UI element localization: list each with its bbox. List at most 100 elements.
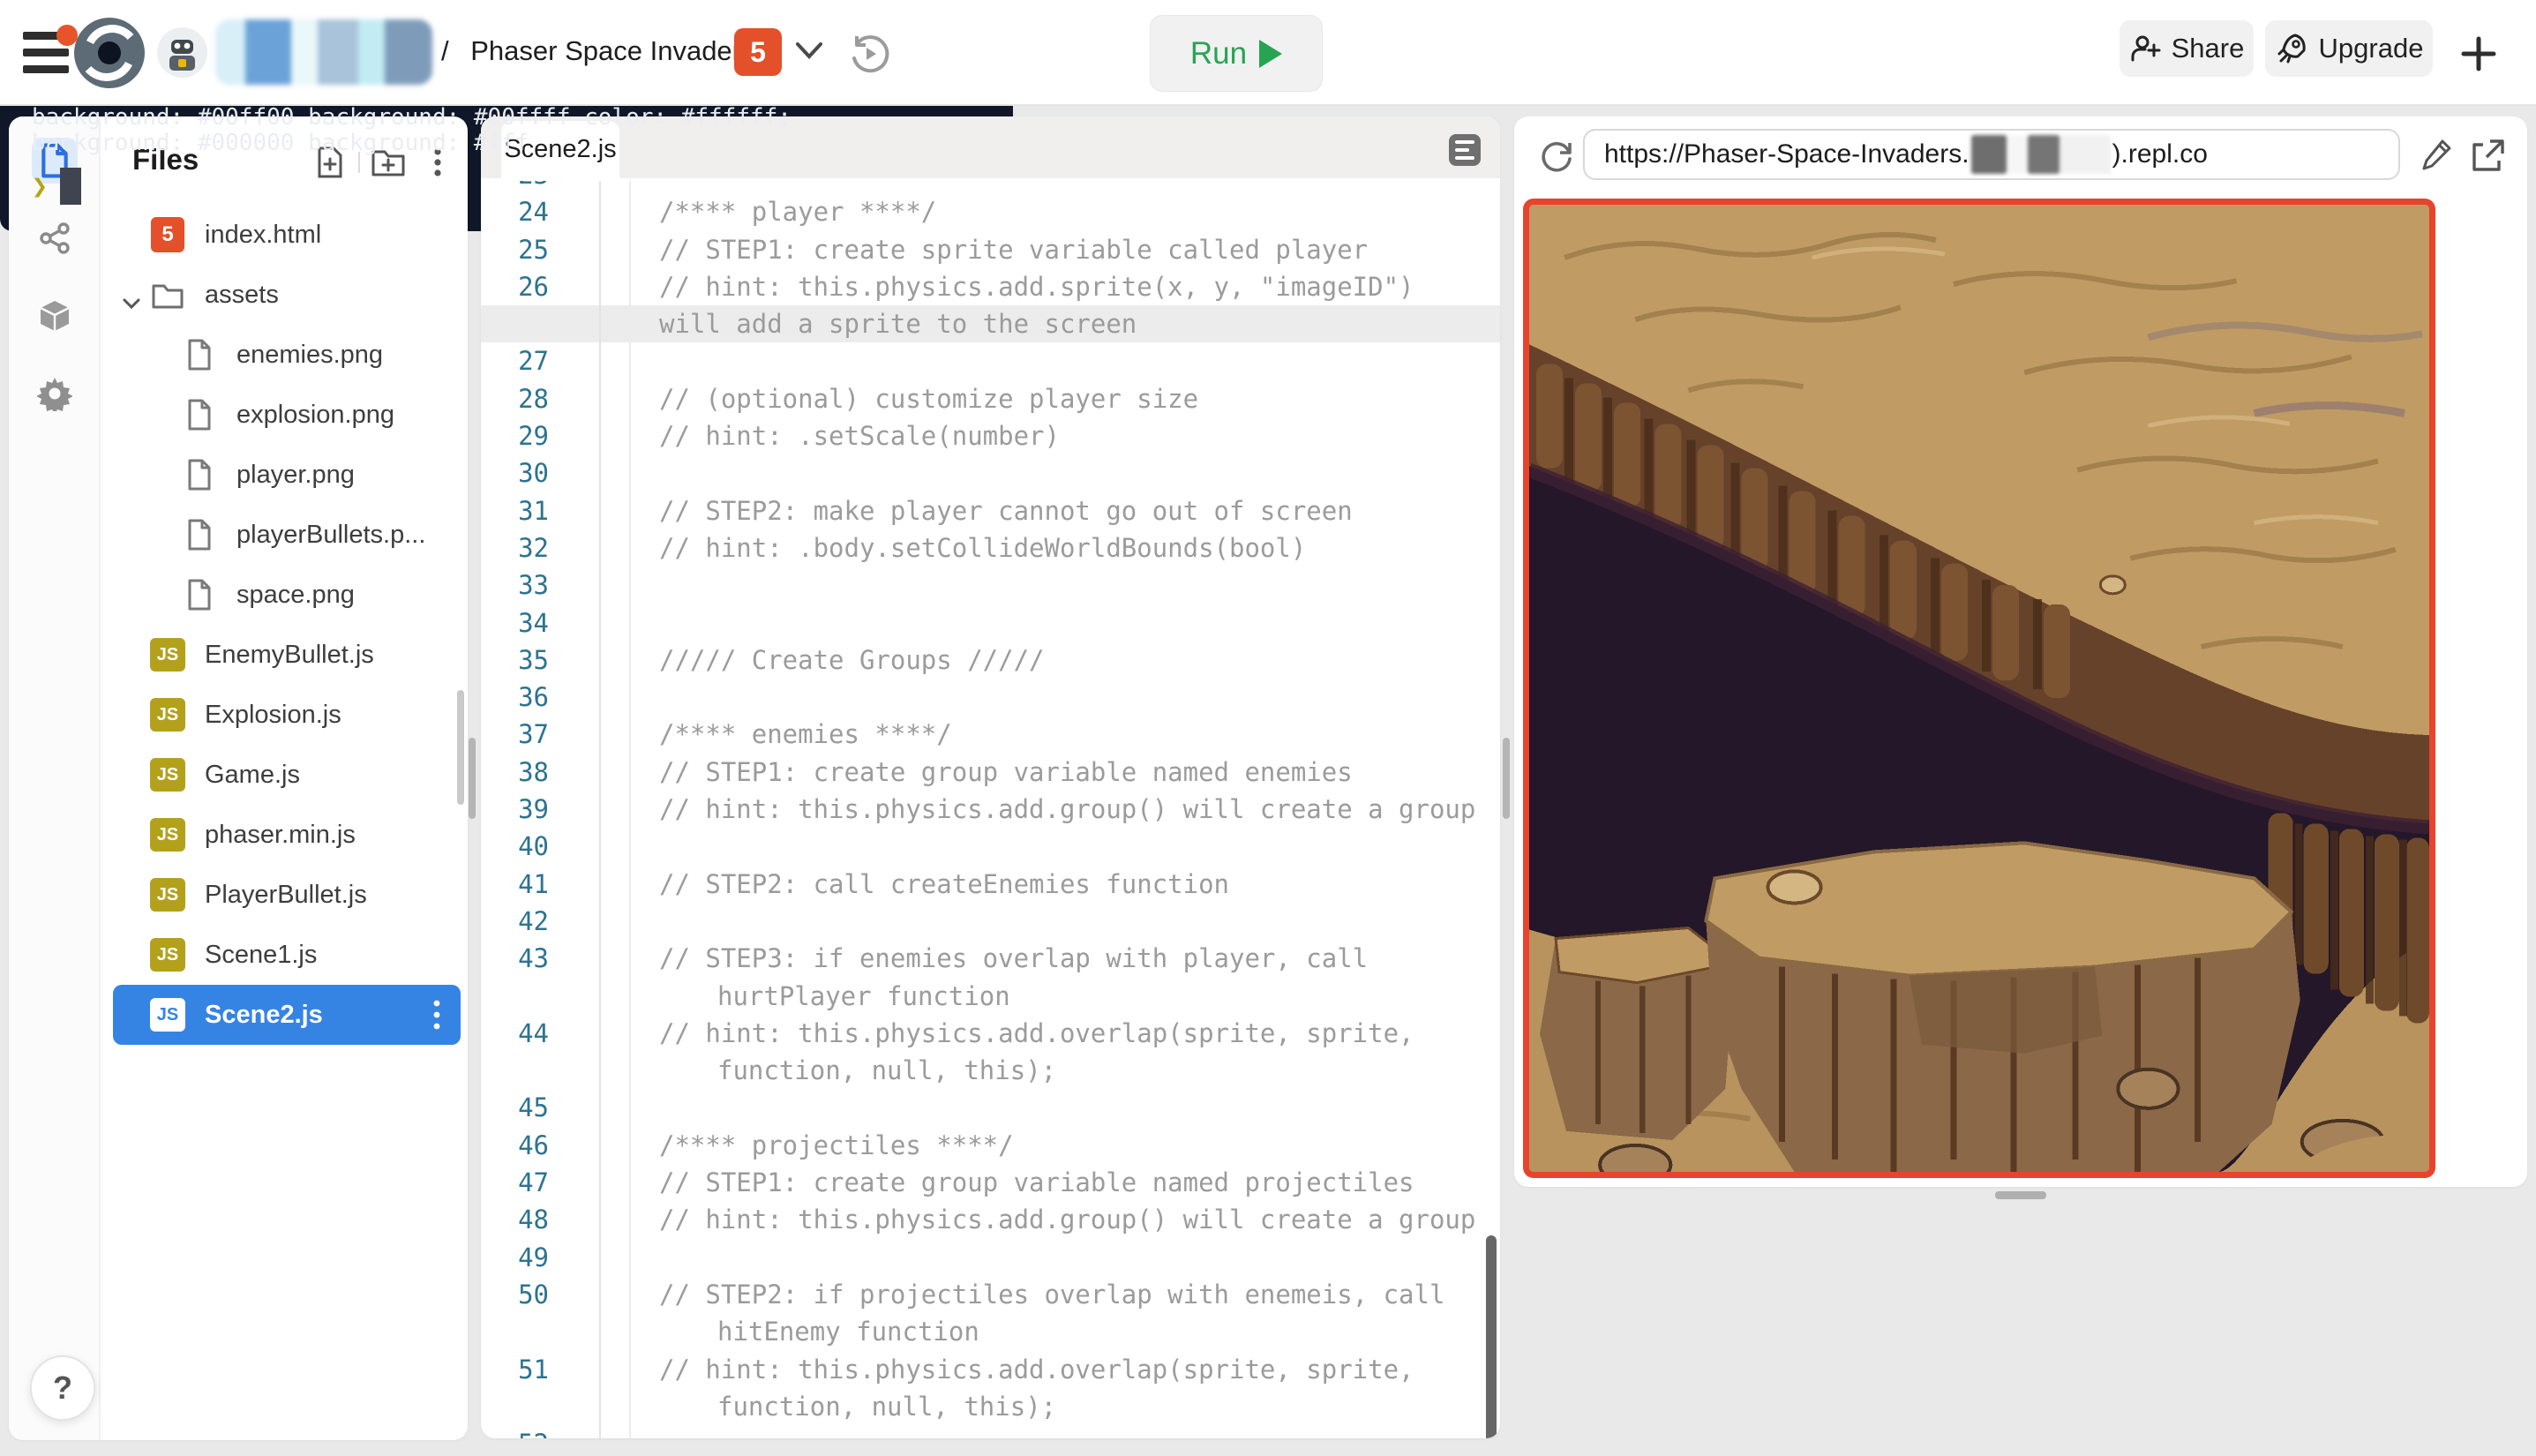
code-line-wrap[interactable]: function, null, this);: [481, 1052, 1500, 1089]
code-line-51[interactable]: 51 // hint: this.physics.add.overlap(spri…: [481, 1351, 1500, 1388]
code-line-44[interactable]: 44 // hint: this.physics.add.overlap(spri…: [481, 1015, 1500, 1052]
line-number: 25: [481, 231, 549, 268]
game-canvas: [1529, 205, 2429, 1172]
right-resize-handle[interactable]: [1503, 738, 1510, 819]
code-line-43[interactable]: 43// STEP3: if enemies overlap with play…: [481, 940, 1500, 977]
code-line-37[interactable]: 37/**** enemies ****/: [481, 716, 1500, 753]
file-row-explosion-png[interactable]: explosion.png: [101, 385, 468, 445]
line-number: 32: [481, 529, 549, 567]
file-row-scene1-js[interactable]: JSScene1.js: [101, 925, 468, 985]
code-line-25[interactable]: 25 // STEP1: create sprite variable calle…: [481, 231, 1500, 268]
code-editor: Scene2.js 2324/**** player ****/25// STE…: [481, 116, 1500, 1438]
code-line-41[interactable]: 41// STEP2: call createEnemies function: [481, 866, 1500, 903]
file-row-scene2-js[interactable]: JSScene2.js: [113, 985, 461, 1045]
file-row-assets[interactable]: assets: [101, 265, 468, 325]
chevron-down-icon[interactable]: [794, 41, 824, 60]
indent-guide: [629, 181, 631, 1438]
code-line-42[interactable]: 42: [481, 903, 1500, 940]
code-line-wrap[interactable]: hitEnemy function: [481, 1313, 1500, 1350]
upgrade-button[interactable]: Upgrade: [2265, 20, 2433, 77]
code-line-wrap[interactable]: function, null, this);: [481, 1388, 1500, 1425]
code-line-wrap[interactable]: hurtPlayer function: [481, 978, 1500, 1015]
left-resize-handle[interactable]: [469, 738, 476, 819]
history-icon[interactable]: [849, 34, 889, 74]
tool-rail: [9, 116, 101, 1440]
line-number: 37: [481, 716, 549, 753]
play-icon: [1259, 40, 1282, 68]
code-text: // STEP2: if projectiles overlap with en…: [659, 1276, 1444, 1313]
code-line-31[interactable]: 31// STEP2: make player cannot go out of…: [481, 492, 1500, 529]
share-person-icon: [2129, 33, 2161, 64]
code-line-33[interactable]: 33: [481, 567, 1500, 604]
code-text: // STEP1: create sprite variable called …: [659, 231, 1368, 268]
gutter-divider: [599, 181, 601, 1438]
line-number: 44: [481, 1015, 549, 1052]
file-row-explosion-js[interactable]: JSExplosion.js: [101, 685, 468, 745]
code-text: // hint: this.physics.add.overlap(sprite…: [659, 1351, 1414, 1388]
file-row-game-js[interactable]: JSGame.js: [101, 745, 468, 805]
project-title[interactable]: Phaser Space Invaders: [470, 35, 754, 66]
file-row-playerbullets-p-[interactable]: playerBullets.p...: [101, 505, 468, 565]
line-number: 30: [481, 454, 549, 492]
code-line-40[interactable]: 40: [481, 828, 1500, 865]
html5-icon: 5: [734, 28, 782, 76]
line-number: 42: [481, 903, 549, 940]
code-line-wrap[interactable]: will add a sprite to the screen: [481, 305, 1500, 342]
code-line-34[interactable]: 34: [481, 604, 1500, 642]
file-row-playerbullet-js[interactable]: JSPlayerBullet.js: [101, 865, 468, 925]
replit-logo[interactable]: [72, 16, 146, 90]
code-text: // hint: this.physics.add.overlap(sprite…: [659, 1015, 1414, 1052]
editor-scrollbar[interactable]: [1486, 1235, 1497, 1438]
code-line-32[interactable]: 32 // hint: .body.setCollideWorldBounds(b…: [481, 529, 1500, 567]
code-line-38[interactable]: 38// STEP1: create group variable named …: [481, 754, 1500, 791]
code-line-49[interactable]: 49: [481, 1239, 1500, 1276]
rail-version-control-icon[interactable]: [32, 215, 78, 261]
file-row-space-png[interactable]: space.png: [101, 565, 468, 625]
line-number: 28: [481, 380, 549, 417]
file-row-phaser-min-js[interactable]: JSphaser.min.js: [101, 805, 468, 865]
line-number: 40: [481, 828, 549, 865]
rail-settings-gear-icon[interactable]: [32, 371, 78, 417]
line-number: 41: [481, 866, 549, 903]
code-line-46[interactable]: 46/**** projectiles ****/: [481, 1127, 1500, 1164]
file-row-enemies-png[interactable]: enemies.png: [101, 325, 468, 385]
code-line-52[interactable]: 52: [481, 1425, 1500, 1438]
share-button[interactable]: Share: [2120, 20, 2254, 77]
file-row-enemybullet-js[interactable]: JSEnemyBullet.js: [101, 625, 468, 685]
code-line-39[interactable]: 39// hint: this.physics.add.group() will…: [481, 791, 1500, 828]
file-label: enemies.png: [236, 341, 383, 370]
code-line-26[interactable]: 26// hint: this.physics.add.sprite(x, y,…: [481, 268, 1500, 305]
code-line-47[interactable]: 47// STEP1: create group variable named …: [481, 1164, 1500, 1201]
file-label: Scene2.js: [205, 1001, 323, 1030]
file-kebab-menu-icon[interactable]: [432, 997, 441, 1039]
file-row-player-png[interactable]: player.png: [101, 445, 468, 505]
code-line-45[interactable]: 45: [481, 1089, 1500, 1126]
game-preview-frame[interactable]: [1523, 199, 2435, 1178]
code-area[interactable]: 2324/**** player ****/25// STEP1: create…: [481, 181, 1500, 1438]
code-line-48[interactable]: 48// hint: this.physics.add.group() will…: [481, 1201, 1500, 1238]
code-line-35[interactable]: 35///// Create Groups /////: [481, 642, 1500, 679]
files-scrollbar[interactable]: [457, 690, 464, 805]
file-icon: [186, 579, 213, 611]
run-button[interactable]: Run: [1150, 15, 1323, 92]
help-button[interactable]: ?: [30, 1355, 95, 1421]
code-line-28[interactable]: 28// (optional) customize player size: [481, 380, 1500, 417]
console-cursor[interactable]: [60, 168, 81, 205]
code-line-27[interactable]: 27: [481, 342, 1500, 379]
code-line-36[interactable]: 36: [481, 679, 1500, 716]
rail-packages-icon[interactable]: [32, 293, 78, 339]
code-line-50[interactable]: 50// STEP2: if projectiles overlap with …: [481, 1276, 1500, 1313]
file-label: index.html: [205, 221, 321, 250]
line-number: 47: [481, 1164, 549, 1201]
code-line-30[interactable]: 30: [481, 454, 1500, 492]
user-avatar[interactable]: [157, 27, 207, 78]
horizontal-resize-handle[interactable]: [1995, 1191, 2046, 1199]
hamburger-menu-icon[interactable]: [23, 28, 78, 78]
file-row-index-html[interactable]: 5index.html: [101, 205, 468, 265]
chevron-expand-icon[interactable]: [122, 288, 141, 317]
code-line-29[interactable]: 29// hint: .setScale(number): [481, 417, 1500, 454]
code-text: // hint: .body.setCollideWorldBounds(boo…: [659, 529, 1306, 567]
new-tab-plus-icon[interactable]: [2458, 34, 2499, 74]
code-text: hurtPlayer function: [717, 978, 1010, 1015]
line-number: 51: [481, 1351, 549, 1388]
